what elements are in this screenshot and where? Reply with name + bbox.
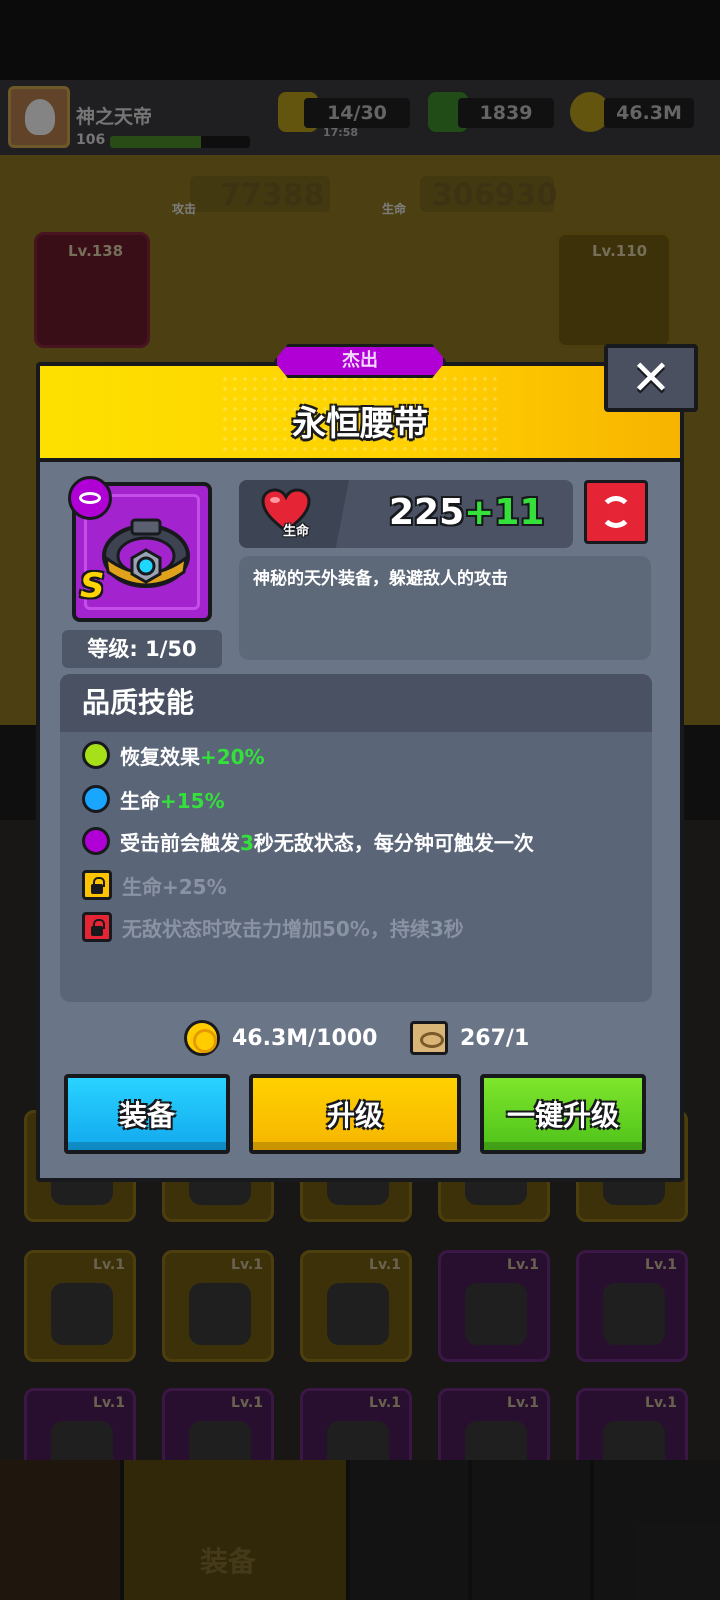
item-stat-bonus: +11 xyxy=(464,492,545,533)
quality-skill-prefix: 无敌状态时攻击力增加50%，持续3秒 xyxy=(122,916,464,941)
upgrade-button[interactable]: 升级 xyxy=(249,1074,461,1154)
item-stat-label: 生命 xyxy=(283,524,310,539)
scroll-cost: 267/1 xyxy=(410,1018,529,1058)
quality-skills-panel: 品质技能 恢复效果+20% 生命+15% 受击前会触发3秒无敌状态，每分钟可触发一次… xyxy=(60,674,652,1002)
quality-skills-title: 品质技能 xyxy=(60,674,652,732)
quality-skill-highlight: 3 xyxy=(240,830,254,855)
skill-dot-icon xyxy=(82,785,110,813)
item-detail-dialog: 永恒腰带 S 等级: 1/50 生命 225+11 神秘的天外装备，躲避敌人的攻… xyxy=(36,362,684,1182)
quality-skill-highlight: +15% xyxy=(160,788,225,813)
belt-slot-icon xyxy=(79,492,101,504)
quality-skill: 恢复效果+20% xyxy=(82,738,265,772)
belt-icon xyxy=(102,518,190,588)
coin-icon xyxy=(184,1020,220,1056)
item-title: 永恒腰带 xyxy=(292,404,428,444)
lock-icon xyxy=(82,912,112,942)
quality-skill: 生命+15% xyxy=(82,782,225,816)
item-level: 等级: 1/50 xyxy=(62,630,222,668)
lock-icon xyxy=(82,870,112,900)
equip-button[interactable]: 装备 xyxy=(64,1074,230,1154)
item-description: 神秘的天外装备，躲避敌人的攻击 xyxy=(239,556,651,660)
item-stat-box: 生命 225+11 xyxy=(239,480,573,548)
quality-skill-text: 无敌状态时攻击力增加50%，持续3秒 xyxy=(122,913,464,942)
belt-slot-badge xyxy=(68,476,112,520)
quality-skill-text: 生命+15% xyxy=(120,785,225,814)
close-button[interactable]: ✕ xyxy=(604,344,698,412)
quality-skill-prefix: 受击前会触发 xyxy=(120,830,240,855)
quality-skill-text: 恢复效果+20% xyxy=(120,741,265,770)
item-stat-value: 225+11 xyxy=(389,492,544,533)
quality-skill-text: 生命+25% xyxy=(122,871,227,900)
quality-skill-prefix: 生命+25% xyxy=(122,874,227,899)
item-grade: S xyxy=(80,566,105,606)
upgrade-all-button[interactable]: 一键升级 xyxy=(480,1074,646,1154)
skill-dot-icon xyxy=(82,827,110,855)
skill-dot-icon xyxy=(82,741,110,769)
quality-skill-text: 受击前会触发3秒无敌状态，每分钟可触发一次 xyxy=(120,827,534,856)
gold-cost: 46.3M/1000 xyxy=(184,1018,377,1058)
quality-skill: 受击前会触发3秒无敌状态，每分钟可触发一次 xyxy=(82,824,534,858)
scroll-cost-text: 267/1 xyxy=(460,1025,530,1051)
quality-skill: 生命+25% xyxy=(82,868,227,902)
quality-skill-prefix: 生命 xyxy=(120,788,160,813)
close-icon: ✕ xyxy=(630,350,672,406)
quality-skill-highlight: +20% xyxy=(200,744,265,769)
reroll-button[interactable] xyxy=(584,480,648,544)
quality-skill-suffix: 秒无敌状态，每分钟可触发一次 xyxy=(253,830,534,855)
quality-skill: 无敌状态时攻击力增加50%，持续3秒 xyxy=(82,910,464,944)
item-stat-base: 225 xyxy=(389,492,465,533)
quality-skill-prefix: 恢复效果 xyxy=(120,744,200,769)
refresh-icon xyxy=(600,496,632,528)
belt-scroll-icon xyxy=(410,1021,448,1055)
rarity-tag: 杰出 xyxy=(274,344,446,378)
gold-cost-text: 46.3M/1000 xyxy=(232,1025,378,1051)
